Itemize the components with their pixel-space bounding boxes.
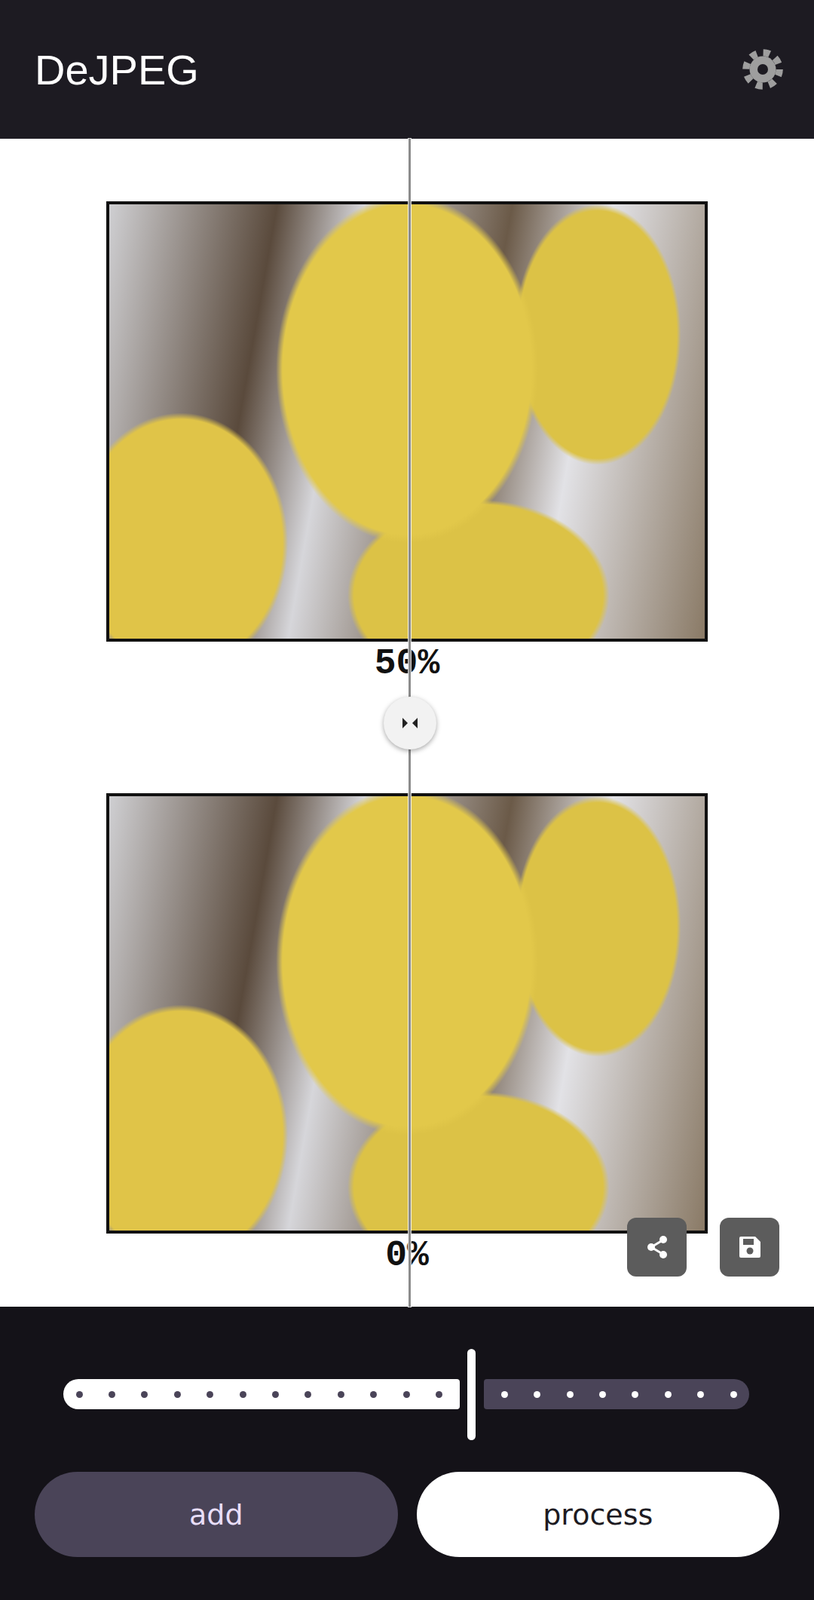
slider-tick	[76, 1390, 83, 1398]
compare-divider[interactable]	[408, 138, 411, 1307]
slider-tick	[599, 1390, 606, 1398]
button-row: addprocess	[34, 1471, 780, 1557]
slider-tick	[664, 1390, 672, 1398]
slider-tick	[631, 1390, 639, 1398]
photo	[106, 201, 708, 642]
slider-tick	[697, 1390, 704, 1398]
compare-area: 50% 0%	[0, 138, 814, 1307]
slider-tick	[140, 1390, 148, 1398]
controls-panel: addprocess	[0, 1306, 814, 1600]
share-icon	[642, 1231, 673, 1262]
photo	[106, 792, 708, 1234]
slider-tick	[272, 1390, 279, 1398]
save-button[interactable]	[719, 1217, 780, 1277]
process-button[interactable]: process	[416, 1471, 781, 1557]
slider-active-track	[63, 1378, 460, 1409]
slider-inactive-track	[483, 1378, 750, 1409]
slider-tick	[304, 1390, 312, 1398]
app-screen: DeJPEG 50% 0% addprocess	[0, 0, 814, 1600]
slider-thumb[interactable]	[467, 1348, 476, 1440]
slider-tick	[501, 1390, 508, 1398]
quality-slider[interactable]	[63, 1348, 750, 1440]
slider-tick	[206, 1390, 214, 1398]
app-bar: DeJPEG	[0, 0, 814, 139]
slider-tick	[403, 1390, 411, 1398]
slider-tick	[174, 1390, 181, 1398]
share-button[interactable]	[627, 1217, 687, 1277]
preview: 50%	[106, 201, 708, 683]
save-icon	[734, 1231, 766, 1262]
slider-tick	[533, 1390, 541, 1398]
slider-tick	[566, 1390, 574, 1398]
drag-arrows-icon	[383, 696, 437, 750]
quality-label: 50%	[374, 644, 440, 683]
add-button[interactable]: add	[34, 1471, 398, 1557]
compare-handle[interactable]	[383, 696, 437, 750]
preview: 0%	[106, 792, 708, 1274]
slider-tick	[435, 1390, 443, 1398]
image-actions	[627, 1217, 780, 1277]
slider-tick	[239, 1390, 247, 1398]
gear-icon[interactable]	[741, 48, 784, 91]
app-title: DeJPEG	[34, 45, 199, 95]
slider-tick	[370, 1390, 377, 1398]
slider-tick	[730, 1390, 738, 1398]
slider-tick	[108, 1390, 116, 1398]
quality-label: 0%	[385, 1236, 429, 1274]
slider-tick	[337, 1390, 345, 1398]
